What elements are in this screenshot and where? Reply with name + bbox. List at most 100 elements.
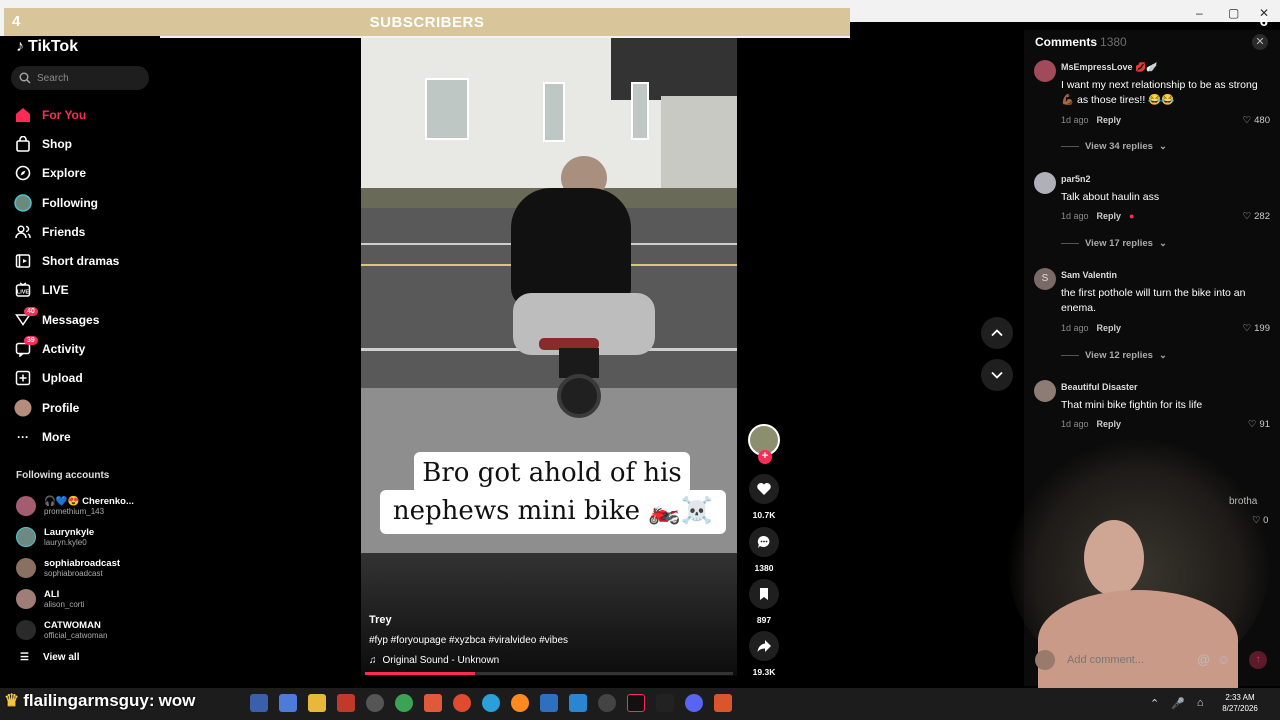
avatar[interactable]: [1034, 172, 1056, 194]
send-comment-button[interactable]: ↑: [1249, 651, 1267, 669]
avatar-initial: S: [1041, 273, 1049, 284]
app-icon[interactable]: [337, 694, 355, 712]
sidebar-item-for-you[interactable]: For You: [14, 100, 160, 129]
share-button[interactable]: 19.3K: [746, 631, 782, 677]
following-avatar-icon: [14, 193, 32, 212]
sidebar-item-shop[interactable]: Shop: [14, 129, 160, 158]
like-button[interactable]: 10.7K: [746, 474, 782, 520]
vscode-icon[interactable]: [569, 694, 587, 712]
account-name: 🎧💙😍 Cherenko...: [44, 495, 134, 507]
search-input[interactable]: Search: [11, 66, 149, 90]
system-tray: ⌃ 🎤 ⌂: [1150, 697, 1204, 710]
video-player[interactable]: Bro got ahold of his nephews mini bike 🏍…: [361, 38, 737, 676]
tray-chevron-icon[interactable]: ⌃: [1150, 697, 1159, 710]
sidebar-item-activity[interactable]: 39 Activity: [14, 334, 160, 363]
minimize-button[interactable]: –: [1196, 6, 1203, 20]
comment-like-button[interactable]: ♡ 199: [1243, 323, 1270, 334]
video-scene-roof: [611, 38, 737, 100]
progress-fill: [365, 672, 476, 675]
following-account[interactable]: 🎧💙😍 Cherenko... promethium_143: [16, 490, 156, 521]
browser-icon[interactable]: [395, 694, 413, 712]
comment-input-bar: Add comment... @ ☺ ↑: [1035, 650, 1269, 672]
microphone-icon[interactable]: 🎤: [1171, 697, 1185, 710]
heart-icon: [757, 483, 771, 495]
mention-icon[interactable]: @: [1197, 652, 1210, 667]
comment-username[interactable]: Beautiful Disaster: [1061, 382, 1138, 392]
view-replies-label: View 17 replies: [1085, 238, 1153, 249]
app-icon[interactable]: [366, 694, 384, 712]
close-comments-button[interactable]: ✕: [1252, 34, 1268, 50]
following-account[interactable]: ALI alison_corti: [16, 583, 156, 614]
sidebar-item-messages[interactable]: 40 Messages: [14, 305, 160, 334]
sidebar-item-friends[interactable]: Friends: [14, 217, 160, 246]
comment-like-button[interactable]: ♡ 282: [1243, 211, 1270, 222]
comment-like-button[interactable]: ♡ 91: [1248, 419, 1270, 430]
next-video-button[interactable]: [981, 359, 1013, 391]
sidebar-item-explore[interactable]: Explore: [14, 159, 160, 188]
video-hashtags[interactable]: #fyp #foryoupage #xyzbca #viralvideo #vi…: [369, 635, 568, 646]
maximize-button[interactable]: ▢: [1228, 6, 1239, 20]
clock-time: 2:33 AM: [1225, 693, 1255, 702]
sidebar-item-following[interactable]: Following: [14, 188, 160, 217]
emoji-icon[interactable]: ☺: [1217, 652, 1230, 667]
comment-like-button[interactable]: ♡ 480: [1243, 115, 1270, 126]
list-icon: ☰: [20, 652, 29, 663]
following-account[interactable]: sophiabroadcast sophiabroadcast: [16, 552, 156, 583]
comment-input[interactable]: Add comment...: [1067, 654, 1144, 666]
taskbar-clock[interactable]: 2:33 AM 8/27/2026: [1200, 692, 1280, 714]
view-replies-button[interactable]: View 12 replies ⌄: [1061, 350, 1167, 361]
firefox-icon[interactable]: [511, 694, 529, 712]
tiktok-logo[interactable]: ♪ TikTok: [16, 38, 78, 56]
app-icon[interactable]: [540, 694, 558, 712]
sidebar-item-short-dramas[interactable]: Short dramas: [14, 246, 160, 275]
sidebar-item-upload[interactable]: Upload: [14, 364, 160, 393]
app-icon[interactable]: [250, 694, 268, 712]
reply-button[interactable]: Reply: [1097, 115, 1122, 125]
sidebar-item-more[interactable]: ··· More: [14, 422, 160, 451]
chat-username: flailingarmsguy:: [23, 691, 155, 710]
previous-video-button[interactable]: [981, 317, 1013, 349]
comment-meta: 1d ago Reply: [1061, 323, 1121, 333]
tiktok-app-icon[interactable]: [627, 694, 645, 712]
edge-icon[interactable]: [482, 694, 500, 712]
profile-avatar-icon: [14, 399, 32, 417]
avatar[interactable]: S: [1034, 268, 1056, 290]
sidebar-item-live[interactable]: LIVE LIVE: [14, 276, 160, 305]
avatar: [16, 619, 36, 640]
comment-button[interactable]: 1380: [746, 527, 782, 573]
reply-button[interactable]: Reply: [1097, 211, 1122, 221]
reply-button[interactable]: Reply: [1097, 323, 1122, 333]
reply-button[interactable]: Reply: [1097, 419, 1122, 429]
following-account[interactable]: Laurynkyle lauryn.kyle0: [16, 521, 156, 552]
obs-icon[interactable]: [598, 694, 616, 712]
video-sound[interactable]: ♫ Original Sound - Unknown: [369, 655, 499, 666]
app-icon[interactable]: [279, 694, 297, 712]
sidebar-item-profile[interactable]: Profile: [14, 393, 160, 422]
comment-count: 1380: [754, 563, 774, 573]
friends-icon: [14, 223, 32, 241]
comment-username[interactable]: MsEmpressLove 💋🪽: [1061, 62, 1157, 73]
comment-username[interactable]: par5n2: [1061, 174, 1091, 184]
view-all-link[interactable]: ☰ View all: [20, 652, 79, 663]
messages-badge: 40: [24, 307, 38, 317]
view-replies-label: View 12 replies: [1085, 350, 1153, 361]
file-explorer-icon[interactable]: [308, 694, 326, 712]
chrome-icon[interactable]: [453, 694, 471, 712]
brave-browser-icon[interactable]: [424, 694, 442, 712]
avatar[interactable]: [1034, 60, 1056, 82]
discord-icon[interactable]: [685, 694, 703, 712]
follow-plus-icon[interactable]: +: [758, 450, 772, 464]
avatar[interactable]: [1034, 380, 1056, 402]
save-button[interactable]: 897: [746, 579, 782, 625]
tiktok-app-icon[interactable]: [656, 694, 674, 712]
comment-username[interactable]: Sam Valentin: [1061, 270, 1117, 280]
comments-header: Comments 1380: [1035, 35, 1127, 49]
view-replies-button[interactable]: View 17 replies ⌄: [1061, 238, 1167, 249]
upload-icon: [14, 369, 32, 387]
video-progress-bar[interactable]: [365, 672, 733, 675]
share-count: 19.3K: [752, 667, 776, 677]
video-author[interactable]: Trey: [369, 614, 392, 626]
following-account[interactable]: CATWOMAN official_catwoman: [16, 614, 156, 645]
app-icon[interactable]: [714, 694, 732, 712]
view-replies-button[interactable]: View 34 replies ⌄: [1061, 141, 1167, 152]
